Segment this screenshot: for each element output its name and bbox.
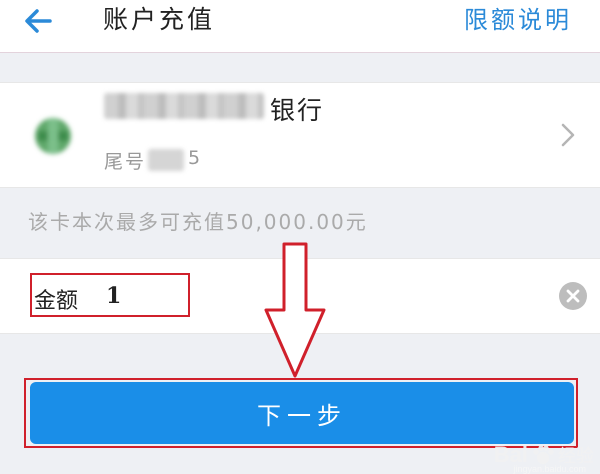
amount-label: 金额 [34, 289, 79, 314]
back-arrow-icon[interactable] [22, 4, 56, 38]
header-bar: 账户充值 限额说明 [0, 0, 600, 53]
down-arrow-annotation-icon [264, 242, 326, 378]
bank-name-suffix: 银行 [270, 96, 325, 125]
limit-info-link[interactable]: 限额说明 [464, 0, 572, 35]
bank-name-masked [104, 93, 264, 119]
bank-card-selector[interactable]: 银行 尾号 5 [0, 82, 600, 188]
amount-input[interactable] [106, 283, 186, 309]
card-tail-digit: 5 [188, 147, 201, 169]
recharge-limit-notice: 该卡本次最多可充值50,000.00元 [28, 210, 368, 234]
next-step-button[interactable]: 下一步 [30, 382, 574, 444]
amount-highlight-box: 金额 [30, 273, 190, 317]
watermark-url: jingyan.baidu.com [513, 464, 586, 474]
clear-icon[interactable] [558, 281, 588, 311]
card-tail-label: 尾号 [104, 151, 147, 173]
chevron-right-icon[interactable] [558, 120, 578, 150]
page-title: 账户充值 [103, 5, 216, 34]
bank-logo-icon [35, 118, 71, 154]
card-tail-masked [148, 149, 184, 171]
